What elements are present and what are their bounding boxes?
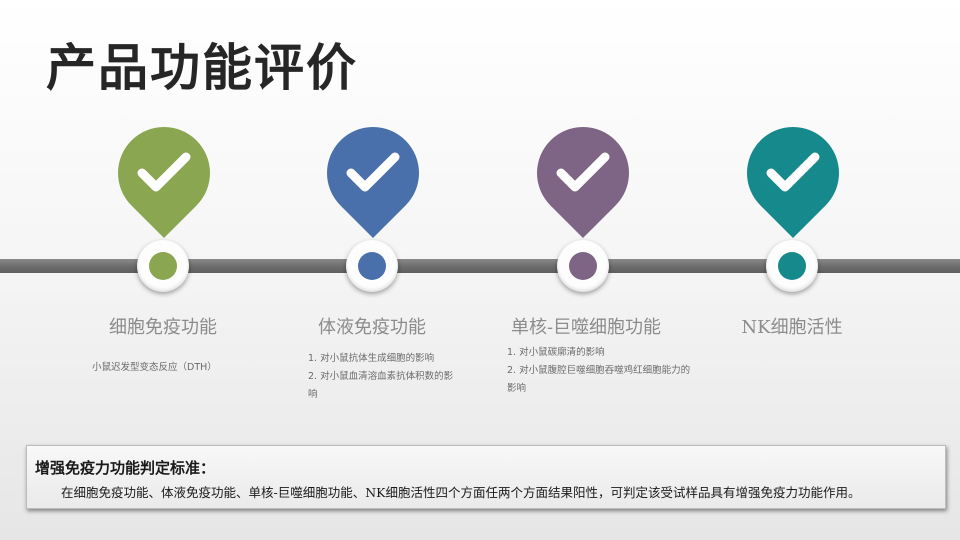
checkmark-icon xyxy=(537,127,629,219)
detail-item: 2. 对小鼠血清溶血素抗体积数的影响 xyxy=(308,371,454,400)
detail-item: 1. 对小鼠抗体生成细胞的影响 xyxy=(308,353,435,364)
checkmark-icon xyxy=(327,127,419,219)
feature-details-macrophage: 1. 对小鼠碳廓清的影响 2. 对小鼠腹腔巨噬细胞吞噬鸡红细胞能力的影响 xyxy=(507,344,697,398)
timeline-node-cellular xyxy=(137,240,189,292)
feature-title-cellular: 细胞免疫功能 xyxy=(109,317,217,338)
pin-marker-nk xyxy=(727,107,859,239)
feature-title-humoral: 体液免疫功能 xyxy=(318,317,426,338)
detail-item: 1. 对小鼠碳廓清的影响 xyxy=(507,347,605,358)
timeline-node-nk xyxy=(766,240,818,292)
feature-title-macrophage: 单核-巨噬细胞功能 xyxy=(510,317,662,338)
detail-item: 小鼠迟发型变态反应（DTH） xyxy=(92,362,217,373)
pin-marker-cellular xyxy=(98,107,230,239)
page-title: 产品功能评价 xyxy=(46,39,358,97)
node-dot xyxy=(569,252,597,280)
timeline-node-humoral xyxy=(346,240,398,292)
detail-item: 2. 对小鼠腹腔巨噬细胞吞噬鸡红细胞能力的影响 xyxy=(507,365,691,394)
feature-details-cellular: 小鼠迟发型变态反应（DTH） xyxy=(92,359,262,377)
checkmark-icon xyxy=(118,127,210,219)
feature-title-nk: NK细胞活性 xyxy=(741,317,843,338)
pin-marker-humoral xyxy=(307,107,439,239)
node-dot xyxy=(358,252,386,280)
checkmark-icon xyxy=(747,127,839,219)
node-dot xyxy=(149,252,177,280)
criteria-text: 在细胞免疫功能、体液免疫功能、单核-巨噬细胞功能、NK细胞活性四个方面任两个方面… xyxy=(61,485,861,500)
criteria-title: 增强免疫力功能判定标准： xyxy=(35,459,216,477)
timeline-node-macrophage xyxy=(557,240,609,292)
feature-details-humoral: 1. 对小鼠抗体生成细胞的影响 2. 对小鼠血清溶血素抗体积数的影响 xyxy=(308,350,458,404)
pin-marker-macrophage xyxy=(517,107,649,239)
node-dot xyxy=(778,252,806,280)
